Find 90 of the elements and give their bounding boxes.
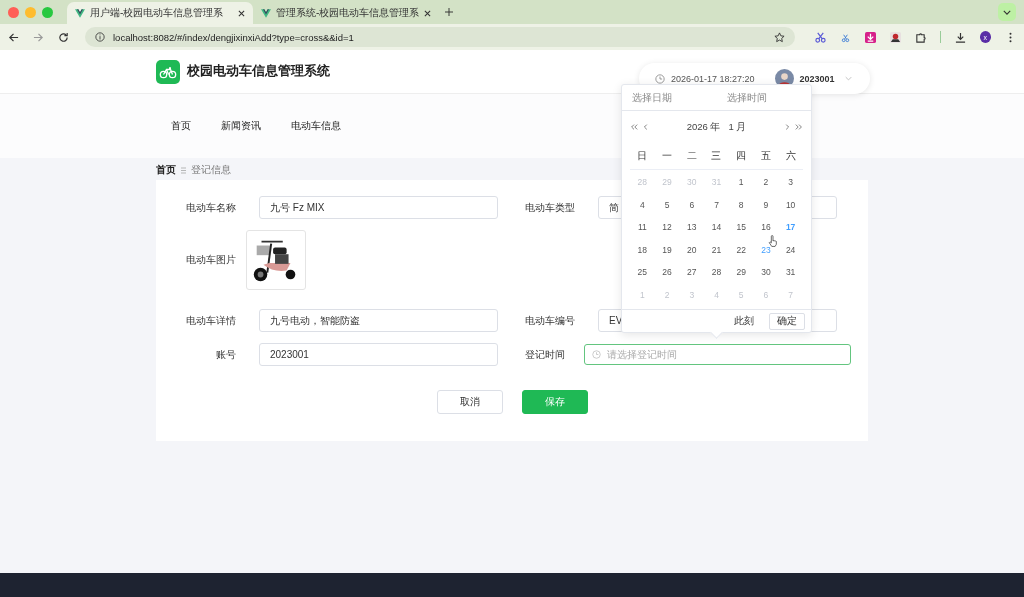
weekday-label: 六 <box>784 149 797 163</box>
calendar-day[interactable]: 14 <box>704 222 729 233</box>
weekday-label: 一 <box>661 149 674 163</box>
calendar-day[interactable]: 12 <box>654 222 680 233</box>
username[interactable]: 2023001 <box>799 73 835 84</box>
tab-list-button[interactable] <box>998 3 1016 21</box>
field-label: 电动车编号 <box>524 313 575 328</box>
weekday-label: 五 <box>759 149 772 163</box>
input-field[interactable]: 九号 Fz MIX <box>259 196 498 219</box>
double-chevron-right-icon[interactable] <box>795 123 803 131</box>
field-label: 电动车详情 <box>185 313 236 328</box>
datetime-field[interactable]: 请选择登记时间 <box>584 344 851 365</box>
calendar-day[interactable]: 1 <box>728 177 754 188</box>
weekday-label: 三 <box>710 149 723 163</box>
month-label[interactable]: 1 月 <box>728 120 747 134</box>
close-icon[interactable] <box>238 9 245 17</box>
forward-icon[interactable] <box>33 31 44 43</box>
breadcrumb-link[interactable]: 首页 <box>156 163 176 177</box>
extension-icon[interactable] <box>889 31 901 43</box>
input-field[interactable]: 九号电动，智能防盗 <box>259 309 498 332</box>
calendar-day[interactable]: 9 <box>753 199 779 210</box>
input-field[interactable]: 2023001 <box>259 343 498 366</box>
bicycle-logo-icon <box>156 59 180 84</box>
nav-link[interactable]: 新闻资讯 <box>221 119 261 133</box>
calendar-day[interactable]: 15 <box>728 222 754 233</box>
now-link[interactable]: 此刻 <box>727 312 761 330</box>
v-logo-icon <box>261 8 271 18</box>
weekday-label: 二 <box>685 149 698 163</box>
calendar-day[interactable]: 28 <box>704 267 729 278</box>
puzzle-icon[interactable] <box>914 31 926 43</box>
calendar-day[interactable]: 22 <box>728 244 754 255</box>
field-label: 电动车名称 <box>185 200 236 215</box>
calendar-day[interactable]: 30 <box>753 267 779 278</box>
calendar-day[interactable]: 10 <box>778 199 803 210</box>
back-icon[interactable] <box>8 31 19 43</box>
calendar-day[interactable]: 27 <box>679 267 705 278</box>
calendar-day[interactable]: 4 <box>630 199 655 210</box>
field-label: 电动车图片 <box>185 253 236 267</box>
calendar-day[interactable]: 16 <box>753 222 779 233</box>
year-label[interactable]: 2026 年 <box>686 120 721 134</box>
calendar-day[interactable]: 3 <box>778 177 803 188</box>
calendar-day[interactable]: 2 <box>753 177 779 188</box>
calendar-day[interactable]: 7 <box>704 199 729 210</box>
clock-icon <box>655 73 665 84</box>
info-icon[interactable] <box>95 32 105 42</box>
chevron-down-icon <box>1003 9 1011 15</box>
calendar-day[interactable]: 21 <box>704 244 729 255</box>
calendar-day[interactable]: 29 <box>728 267 754 278</box>
address-bar[interactable]: localhost:8082/#/index/dengjixinxiAdd?type=cross&&id=1 <box>85 27 795 47</box>
v-logo-icon <box>75 8 85 18</box>
field-label: 登记时间 <box>524 347 565 362</box>
reload-icon[interactable] <box>58 31 69 43</box>
hand-cursor-icon <box>768 235 778 247</box>
weekday-label: 日 <box>636 149 649 163</box>
calendar-day[interactable]: 13 <box>679 222 705 233</box>
browser-tab[interactable]: 用户端-校园电动车信息管理系 <box>67 2 253 24</box>
double-chevron-left-icon[interactable] <box>630 123 638 131</box>
calendar-day[interactable]: 26 <box>654 267 680 278</box>
new-tab-icon[interactable] <box>445 8 453 16</box>
picker-tab[interactable]: 选择日期 <box>622 90 717 105</box>
picker-tab[interactable]: 选择时间 <box>716 90 811 105</box>
separator-icon <box>181 166 186 174</box>
calendar-day[interactable]: 24 <box>778 244 803 255</box>
site-title: 校园电动车信息管理系统 <box>187 63 330 80</box>
calendar-day[interactable]: 11 <box>630 222 655 233</box>
star-icon[interactable] <box>773 31 785 43</box>
calendar-day[interactable]: 6 <box>679 199 705 210</box>
nav-link[interactable]: 首页 <box>171 119 191 133</box>
field-label: 电动车类型 <box>524 200 575 215</box>
calendar-day[interactable]: 5 <box>654 199 680 210</box>
calendar-day[interactable]: 25 <box>630 267 655 278</box>
cancel-button[interactable]: 取消 <box>437 390 503 414</box>
calendar-day[interactable]: 31 <box>778 267 803 278</box>
confirm-button[interactable]: 确定 <box>769 312 805 330</box>
browser-tab[interactable]: 管理系统-校园电动车信息管理系 <box>253 2 439 24</box>
nav-link[interactable]: 电动车信息 <box>291 119 341 133</box>
calendar-day[interactable]: 19 <box>654 244 680 255</box>
close-icon[interactable] <box>424 9 432 17</box>
weekday-label: 四 <box>735 149 748 163</box>
scissors-icon[interactable] <box>814 31 826 43</box>
download-extension-icon[interactable] <box>864 31 876 43</box>
breadcrumb-current: 登记信息 <box>191 163 231 177</box>
calendar-day[interactable]: 20 <box>679 244 705 255</box>
calendar-day[interactable]: 18 <box>630 244 655 255</box>
field-label: 账号 <box>215 347 236 362</box>
current-datetime: 2026-01-17 18:27:20 <box>671 73 755 84</box>
image-thumbnail[interactable] <box>246 230 306 290</box>
download-icon[interactable] <box>954 31 966 43</box>
calendar-day[interactable]: 8 <box>728 199 754 210</box>
clock-icon <box>592 350 601 359</box>
